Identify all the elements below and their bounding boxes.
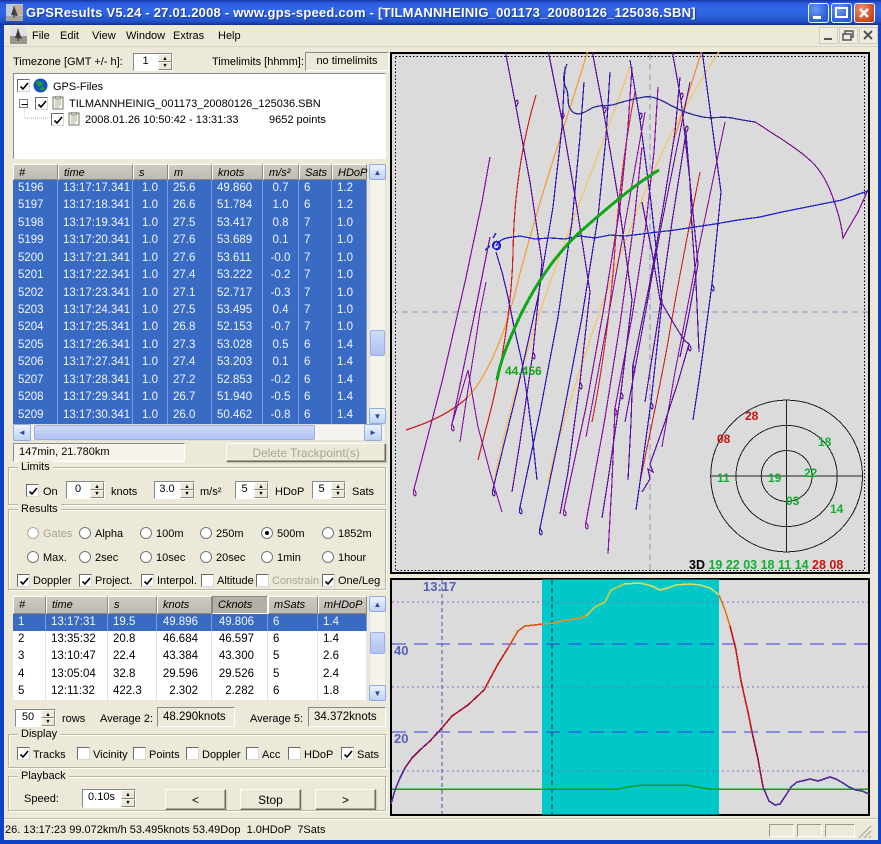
- svg-text:03: 03: [786, 494, 800, 508]
- svg-text:20: 20: [394, 731, 408, 746]
- svg-text:13:17: 13:17: [423, 579, 456, 594]
- svg-text:40: 40: [394, 643, 408, 658]
- svg-text:44.456: 44.456: [505, 364, 542, 378]
- svg-text:3D 19 22 03 18 11 14 28 08: 3D 19 22 03 18 11 14 28 08: [689, 558, 843, 572]
- svg-text:22: 22: [804, 466, 818, 480]
- svg-text:19: 19: [768, 471, 782, 485]
- svg-text:14: 14: [830, 502, 844, 516]
- svg-text:28: 28: [745, 409, 759, 423]
- svg-text:08: 08: [717, 432, 731, 446]
- svg-text:18: 18: [818, 435, 832, 449]
- svg-text:11: 11: [717, 471, 730, 485]
